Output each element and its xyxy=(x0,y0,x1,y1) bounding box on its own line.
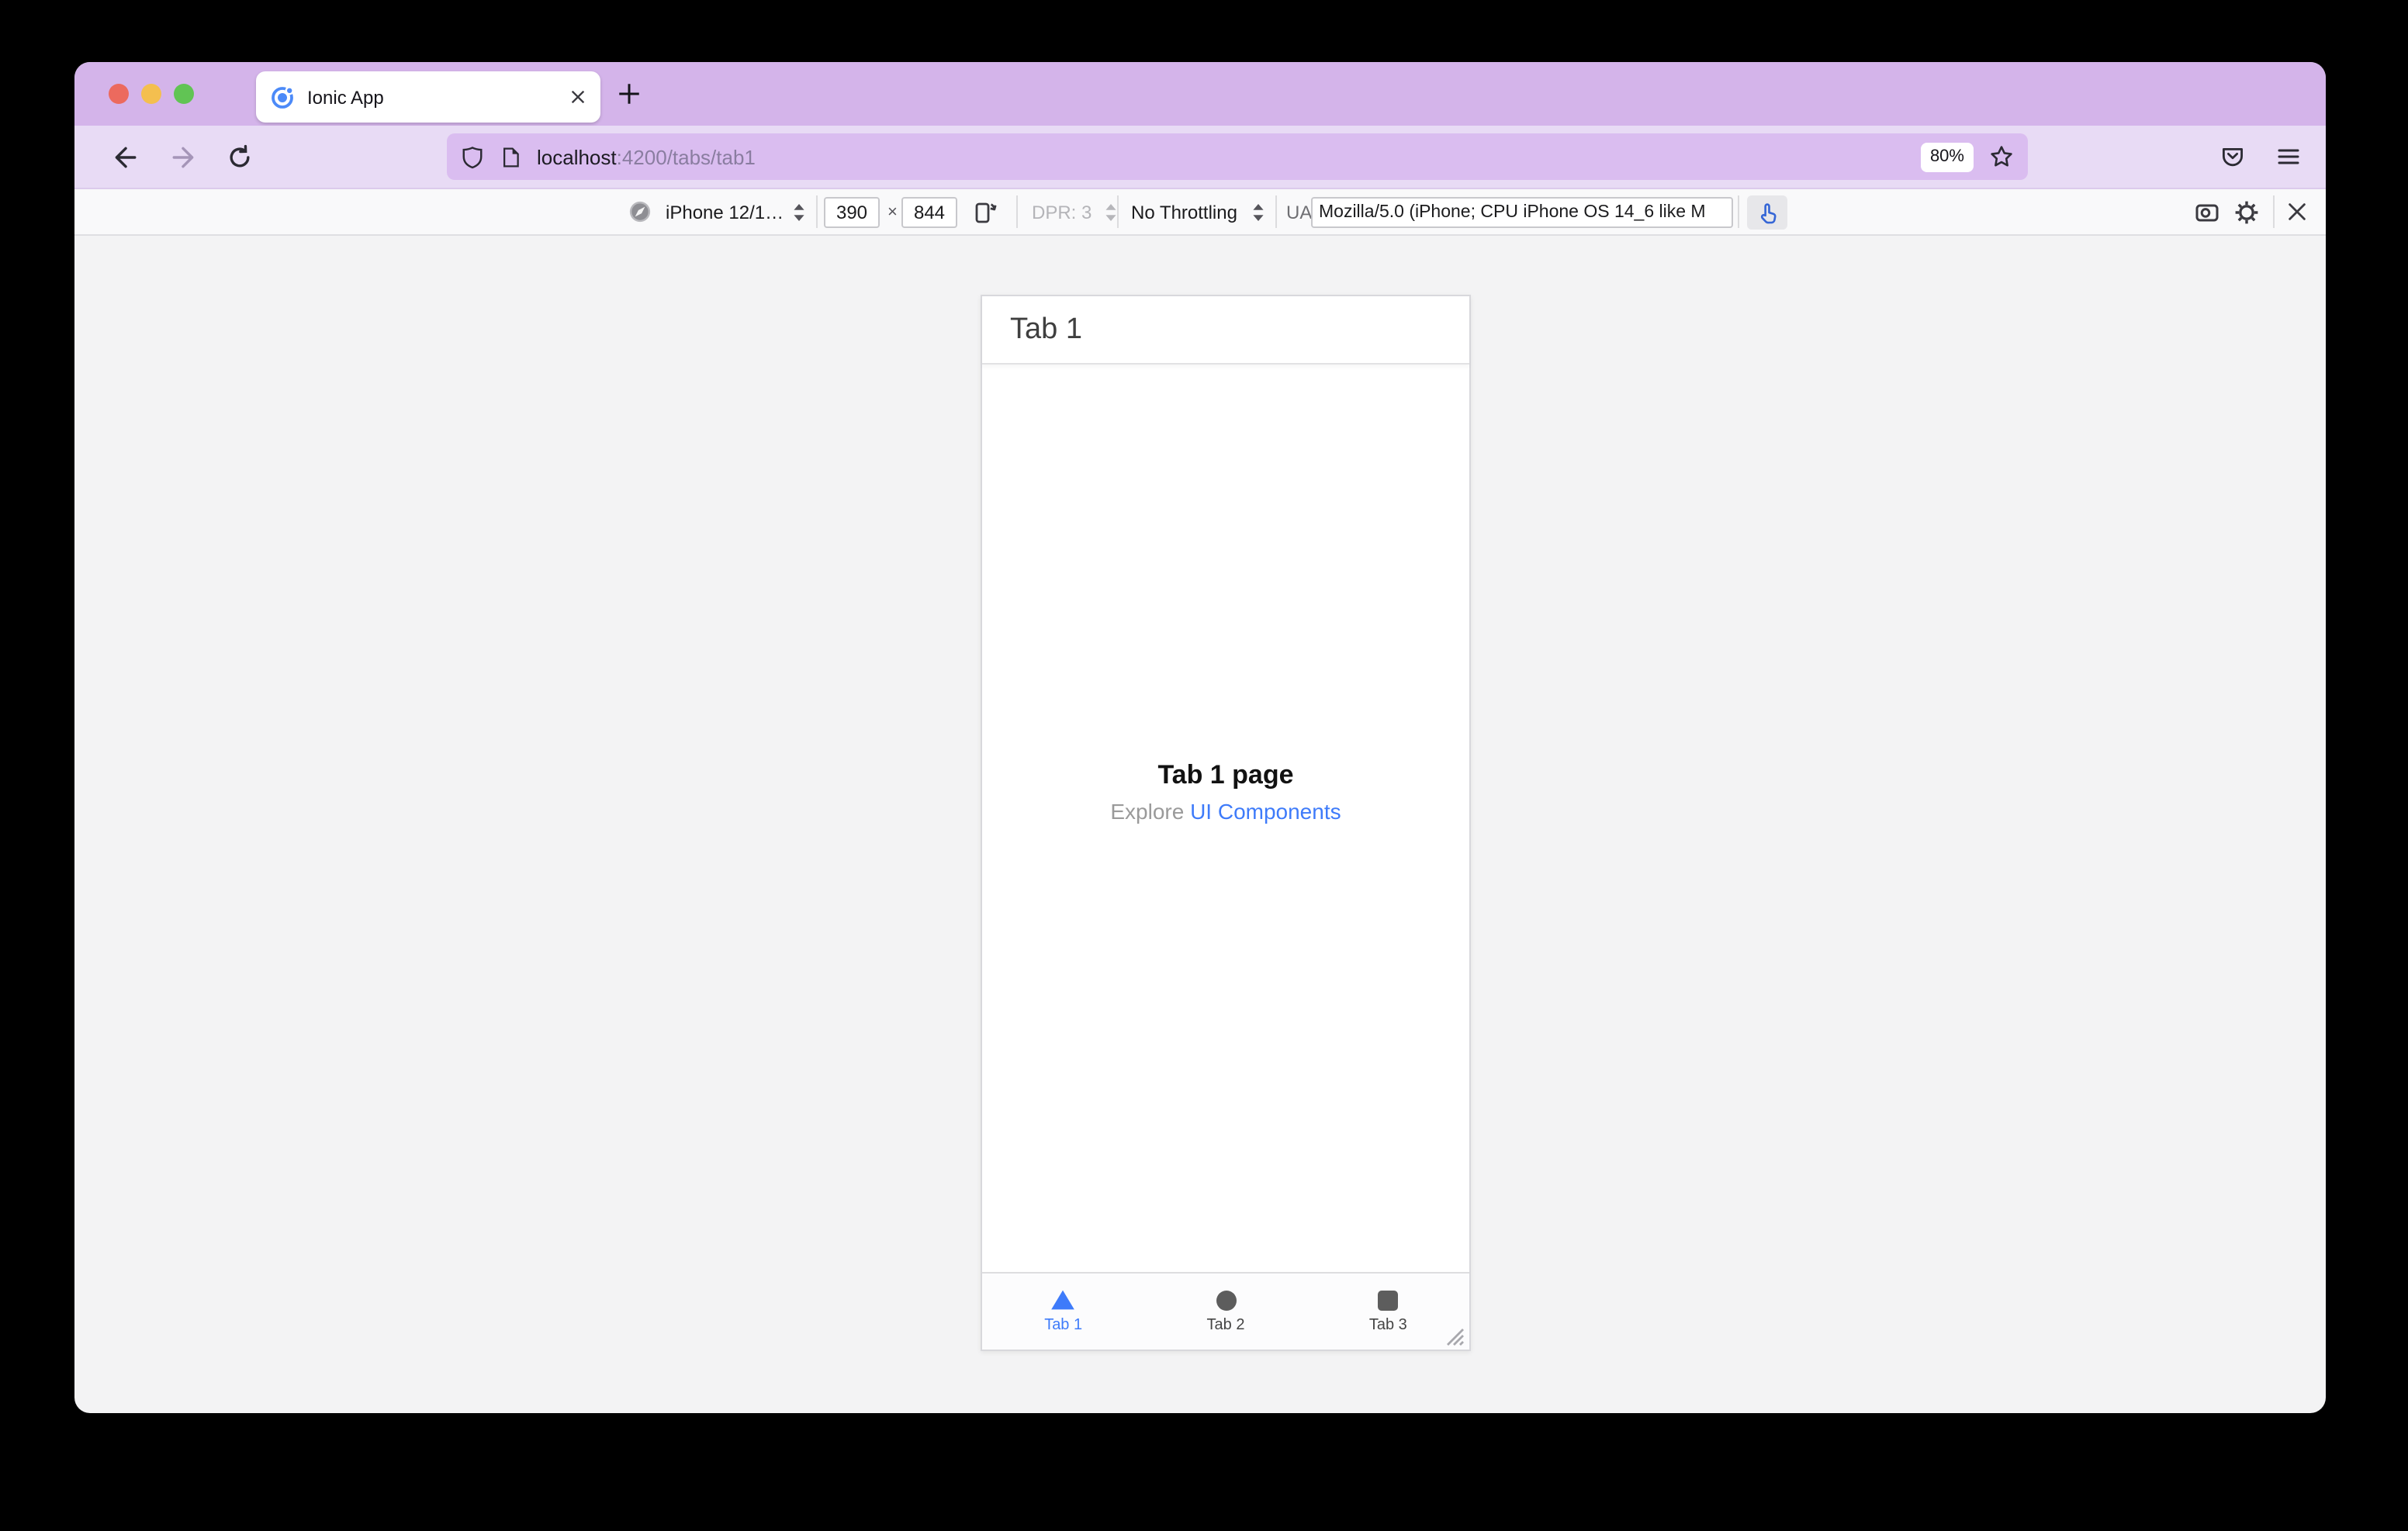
separator xyxy=(1738,195,1739,228)
url-bar[interactable]: localhost:4200/tabs/tab1 80% xyxy=(447,133,2028,180)
page-content: Tab 1 page Explore UI Components xyxy=(982,760,1469,824)
separator xyxy=(2273,195,2275,228)
browser-navbar: localhost:4200/tabs/tab1 80% xyxy=(74,126,2326,189)
touch-hand-icon xyxy=(1759,202,1776,223)
screen: Ionic App localhost:4200/tabs/tab1 80% i… xyxy=(0,0,2408,1531)
throttling-selector[interactable]: No Throttling xyxy=(1131,189,1237,234)
settings-gear-icon[interactable] xyxy=(2234,189,2259,234)
browser-tab-active[interactable]: Ionic App xyxy=(256,71,600,123)
triangle-icon xyxy=(1051,1289,1076,1311)
url-path: :4200/tabs/tab1 xyxy=(616,145,756,168)
ionic-logo-icon xyxy=(270,85,295,109)
app-header: Tab 1 xyxy=(982,296,1469,365)
app-header-title: Tab 1 xyxy=(1010,313,1082,345)
dpr-selector[interactable]: DPR: 3 xyxy=(1032,189,1092,234)
url-text: localhost:4200/tabs/tab1 xyxy=(537,145,1921,168)
separator xyxy=(1275,195,1277,228)
tab-bar-item-tab1[interactable]: Tab 1 xyxy=(982,1274,1144,1350)
dimensions-times: × xyxy=(887,202,898,221)
pocket-icon[interactable] xyxy=(2220,144,2245,169)
user-agent-input[interactable] xyxy=(1311,197,1733,228)
device-browser-icon xyxy=(628,189,652,234)
browser-window: Ionic App localhost:4200/tabs/tab1 80% i… xyxy=(74,62,2326,1413)
browser-tabstrip: Ionic App xyxy=(74,62,2326,126)
page-subtitle: Explore UI Components xyxy=(982,799,1469,824)
device-selector-arrows-icon[interactable] xyxy=(793,189,805,234)
circle-icon xyxy=(1216,1290,1236,1310)
new-tab-button[interactable] xyxy=(616,81,642,107)
viewport-height-input[interactable] xyxy=(901,197,957,228)
reload-icon[interactable] xyxy=(227,144,253,171)
rotate-viewport-icon[interactable] xyxy=(973,189,998,234)
ui-components-link[interactable]: UI Components xyxy=(1190,799,1341,824)
traffic-lights xyxy=(109,84,194,104)
page-info-icon[interactable] xyxy=(500,145,521,168)
throttling-selector-arrows-icon[interactable] xyxy=(1252,189,1265,234)
forward-icon[interactable] xyxy=(171,144,197,171)
screenshot-camera-icon[interactable] xyxy=(2194,189,2220,234)
traffic-close-button[interactable] xyxy=(109,84,129,104)
square-icon xyxy=(1378,1290,1399,1310)
back-icon[interactable] xyxy=(112,144,138,171)
tab-bar-label: Tab 1 xyxy=(1044,1317,1083,1334)
menu-hamburger-icon[interactable] xyxy=(2276,144,2301,169)
separator xyxy=(1016,195,1018,228)
tab-title: Ionic App xyxy=(307,86,384,108)
bookmark-star-icon[interactable] xyxy=(1989,144,2014,169)
tab-bar-label: Tab 3 xyxy=(1368,1316,1407,1333)
url-host: localhost xyxy=(537,145,617,168)
app-tab-bar: Tab 1 Tab 2 Tab 3 xyxy=(982,1272,1469,1350)
zoom-level-badge[interactable]: 80% xyxy=(1920,142,1974,171)
rdm-close-icon[interactable] xyxy=(2285,189,2309,234)
device-selector[interactable]: iPhone 12/1… xyxy=(666,189,784,234)
tab-bar-label: Tab 2 xyxy=(1206,1316,1245,1333)
rdm-toolbar: iPhone 12/1… × DPR: 3 No Throttli xyxy=(74,189,2326,236)
device-viewport: Tab 1 Tab 1 page Explore UI Components T… xyxy=(981,295,1471,1351)
touch-simulation-toggle[interactable] xyxy=(1747,195,1787,230)
tab-bar-item-tab2[interactable]: Tab 2 xyxy=(1144,1274,1306,1350)
separator xyxy=(1117,195,1119,228)
dpr-selector-arrows-icon[interactable] xyxy=(1105,189,1117,234)
subtitle-text: Explore xyxy=(1110,799,1185,824)
traffic-zoom-button[interactable] xyxy=(174,84,194,104)
viewport-width-input[interactable] xyxy=(824,197,880,228)
separator xyxy=(816,195,818,228)
tab-close-icon[interactable] xyxy=(569,88,586,105)
shield-icon[interactable] xyxy=(461,145,484,168)
page-title: Tab 1 page xyxy=(1157,760,1294,790)
traffic-minimize-button[interactable] xyxy=(141,84,161,104)
viewport-resize-handle-icon[interactable] xyxy=(1443,1325,1465,1346)
